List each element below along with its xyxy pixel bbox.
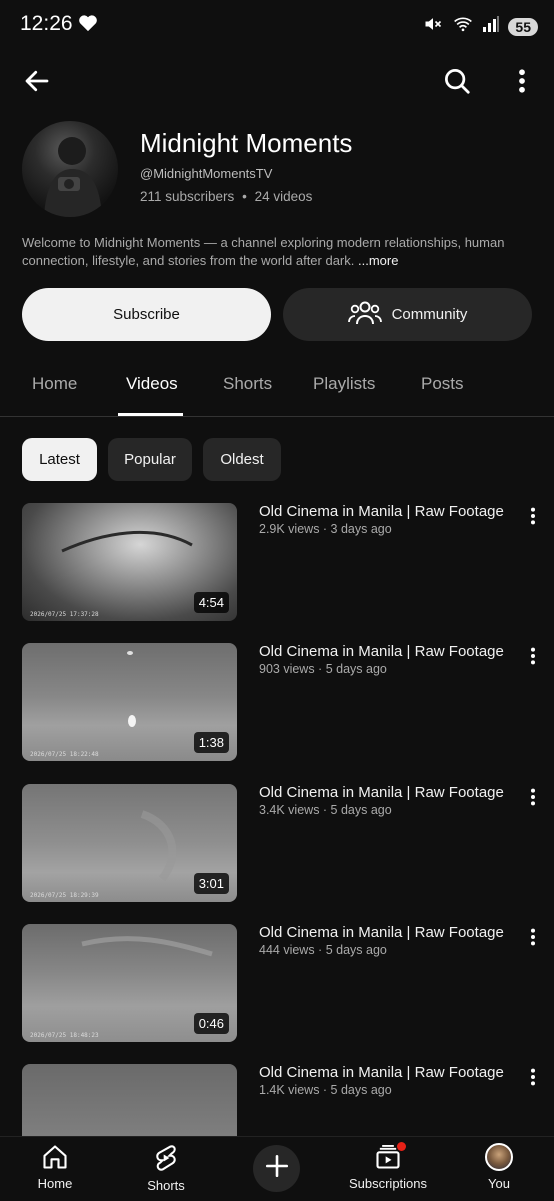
description-text: Welcome to Midnight Moments — a channel … bbox=[22, 235, 505, 268]
home-icon bbox=[40, 1145, 70, 1174]
nav-you[interactable]: You bbox=[449, 1143, 549, 1191]
video-timestamp: 2026/07/25 18:29:39 bbox=[30, 892, 99, 899]
video-timestamp: 2026/07/25 18:48:23 bbox=[30, 1032, 99, 1039]
mute-icon bbox=[422, 14, 444, 39]
video-meta: 3.4K views · 5 days ago bbox=[259, 803, 392, 817]
more-link[interactable]: ...more bbox=[358, 253, 398, 268]
channel-tabs: Home Videos Shorts Playlists Posts bbox=[0, 358, 554, 417]
nav-shorts-label: Shorts bbox=[147, 1178, 185, 1193]
video-title[interactable]: Old Cinema in Manila | Raw Footage bbox=[259, 1064, 504, 1081]
video-more-icon[interactable] bbox=[523, 505, 543, 532]
profile-avatar bbox=[485, 1143, 513, 1171]
video-title[interactable]: Old Cinema in Manila | Raw Footage bbox=[259, 643, 504, 660]
video-more-icon[interactable] bbox=[523, 786, 543, 813]
subscriber-count: 211 subscribers bbox=[140, 189, 235, 204]
signal-icon bbox=[482, 15, 500, 38]
video-thumbnail[interactable]: 2026/07/25 18:22:48 1:38 bbox=[22, 643, 237, 761]
community-icon bbox=[347, 300, 382, 330]
nav-home[interactable]: Home bbox=[5, 1143, 105, 1191]
video-thumbnail[interactable]: 2026/07/25 18:29:39 3:01 bbox=[22, 784, 237, 902]
chip-popular[interactable]: Popular bbox=[108, 438, 192, 481]
video-title[interactable]: Old Cinema in Manila | Raw Footage bbox=[259, 503, 504, 520]
tab-playlists[interactable]: Playlists bbox=[313, 374, 375, 394]
community-label: Community bbox=[391, 306, 468, 323]
status-icons: 55 bbox=[422, 14, 538, 39]
stats-separator: • bbox=[242, 189, 247, 204]
tab-videos[interactable]: Videos bbox=[126, 374, 178, 394]
video-title[interactable]: Old Cinema in Manila | Raw Footage bbox=[259, 924, 504, 941]
nav-you-label: You bbox=[488, 1176, 510, 1191]
tab-home[interactable]: Home bbox=[32, 374, 77, 394]
active-tab-indicator bbox=[118, 413, 183, 416]
video-duration: 4:54 bbox=[193, 592, 229, 613]
channel-name: Midnight Moments bbox=[140, 128, 353, 158]
video-item[interactable]: 2026/07/25 18:22:48 1:38 Old Cinema in M… bbox=[0, 643, 554, 763]
nav-subscriptions-label: Subscriptions bbox=[348, 1176, 428, 1191]
notification-dot bbox=[397, 1142, 406, 1151]
community-button[interactable]: Community bbox=[283, 288, 532, 341]
video-more-icon[interactable] bbox=[523, 1066, 543, 1093]
subscribe-button[interactable]: Subscribe bbox=[22, 288, 271, 341]
video-meta: 444 views · 5 days ago bbox=[259, 943, 387, 957]
nav-subscriptions[interactable]: Subscriptions bbox=[338, 1142, 438, 1191]
heart-icon bbox=[78, 14, 98, 37]
video-timestamp: 2026/07/25 17:37:28 bbox=[30, 611, 99, 618]
channel-stats: 211 subscribers • 24 videos bbox=[140, 189, 312, 204]
video-thumbnail[interactable]: 2026/07/25 18:48:23 0:46 bbox=[22, 924, 237, 1042]
status-time: 12:26 bbox=[20, 12, 73, 35]
bottom-navigation: Home Shorts Subscriptions You bbox=[0, 1136, 554, 1201]
video-thumbnail[interactable]: 2026/07/25 17:37:28 4:54 bbox=[22, 503, 237, 621]
more-options-icon[interactable] bbox=[512, 66, 532, 101]
battery-indicator: 55 bbox=[508, 17, 538, 36]
wifi-icon bbox=[452, 14, 474, 39]
subscribe-label: Subscribe bbox=[113, 306, 180, 323]
video-duration: 3:01 bbox=[193, 873, 229, 894]
nav-home-label: Home bbox=[37, 1176, 73, 1191]
channel-handle: @MidnightMomentsTV bbox=[140, 166, 273, 181]
tab-shorts[interactable]: Shorts bbox=[223, 374, 272, 394]
video-duration: 0:46 bbox=[193, 1013, 229, 1034]
video-item[interactable]: 2026/07/25 18:29:39 3:01 Old Cinema in M… bbox=[0, 784, 554, 904]
video-duration: 1:38 bbox=[193, 732, 229, 753]
back-button[interactable] bbox=[22, 66, 52, 101]
channel-description[interactable]: Welcome to Midnight Moments — a channel … bbox=[22, 234, 522, 270]
video-count: 24 videos bbox=[254, 189, 313, 204]
video-item[interactable]: 2026/07/25 18:48:23 0:46 Old Cinema in M… bbox=[0, 924, 554, 1044]
video-more-icon[interactable] bbox=[523, 926, 543, 953]
chip-oldest[interactable]: Oldest bbox=[203, 438, 281, 481]
video-title[interactable]: Old Cinema in Manila | Raw Footage bbox=[259, 784, 504, 801]
chip-latest[interactable]: Latest bbox=[22, 438, 97, 481]
channel-avatar[interactable] bbox=[22, 121, 118, 217]
video-meta: 903 views · 5 days ago bbox=[259, 662, 387, 676]
video-meta: 1.4K views · 5 days ago bbox=[259, 1083, 392, 1097]
nav-shorts[interactable]: Shorts bbox=[116, 1143, 216, 1193]
shorts-icon bbox=[152, 1145, 180, 1176]
video-more-icon[interactable] bbox=[523, 645, 543, 672]
plus-icon bbox=[264, 1153, 290, 1184]
video-timestamp: 2026/07/25 18:22:48 bbox=[30, 751, 99, 758]
video-item[interactable]: 2026/07/25 17:37:28 4:54 Old Cinema in M… bbox=[0, 503, 554, 623]
search-icon[interactable] bbox=[442, 66, 472, 101]
tab-posts[interactable]: Posts bbox=[421, 374, 464, 394]
video-meta: 2.9K views · 3 days ago bbox=[259, 522, 392, 536]
subscriptions-icon bbox=[373, 1142, 406, 1174]
create-button[interactable] bbox=[253, 1145, 300, 1192]
